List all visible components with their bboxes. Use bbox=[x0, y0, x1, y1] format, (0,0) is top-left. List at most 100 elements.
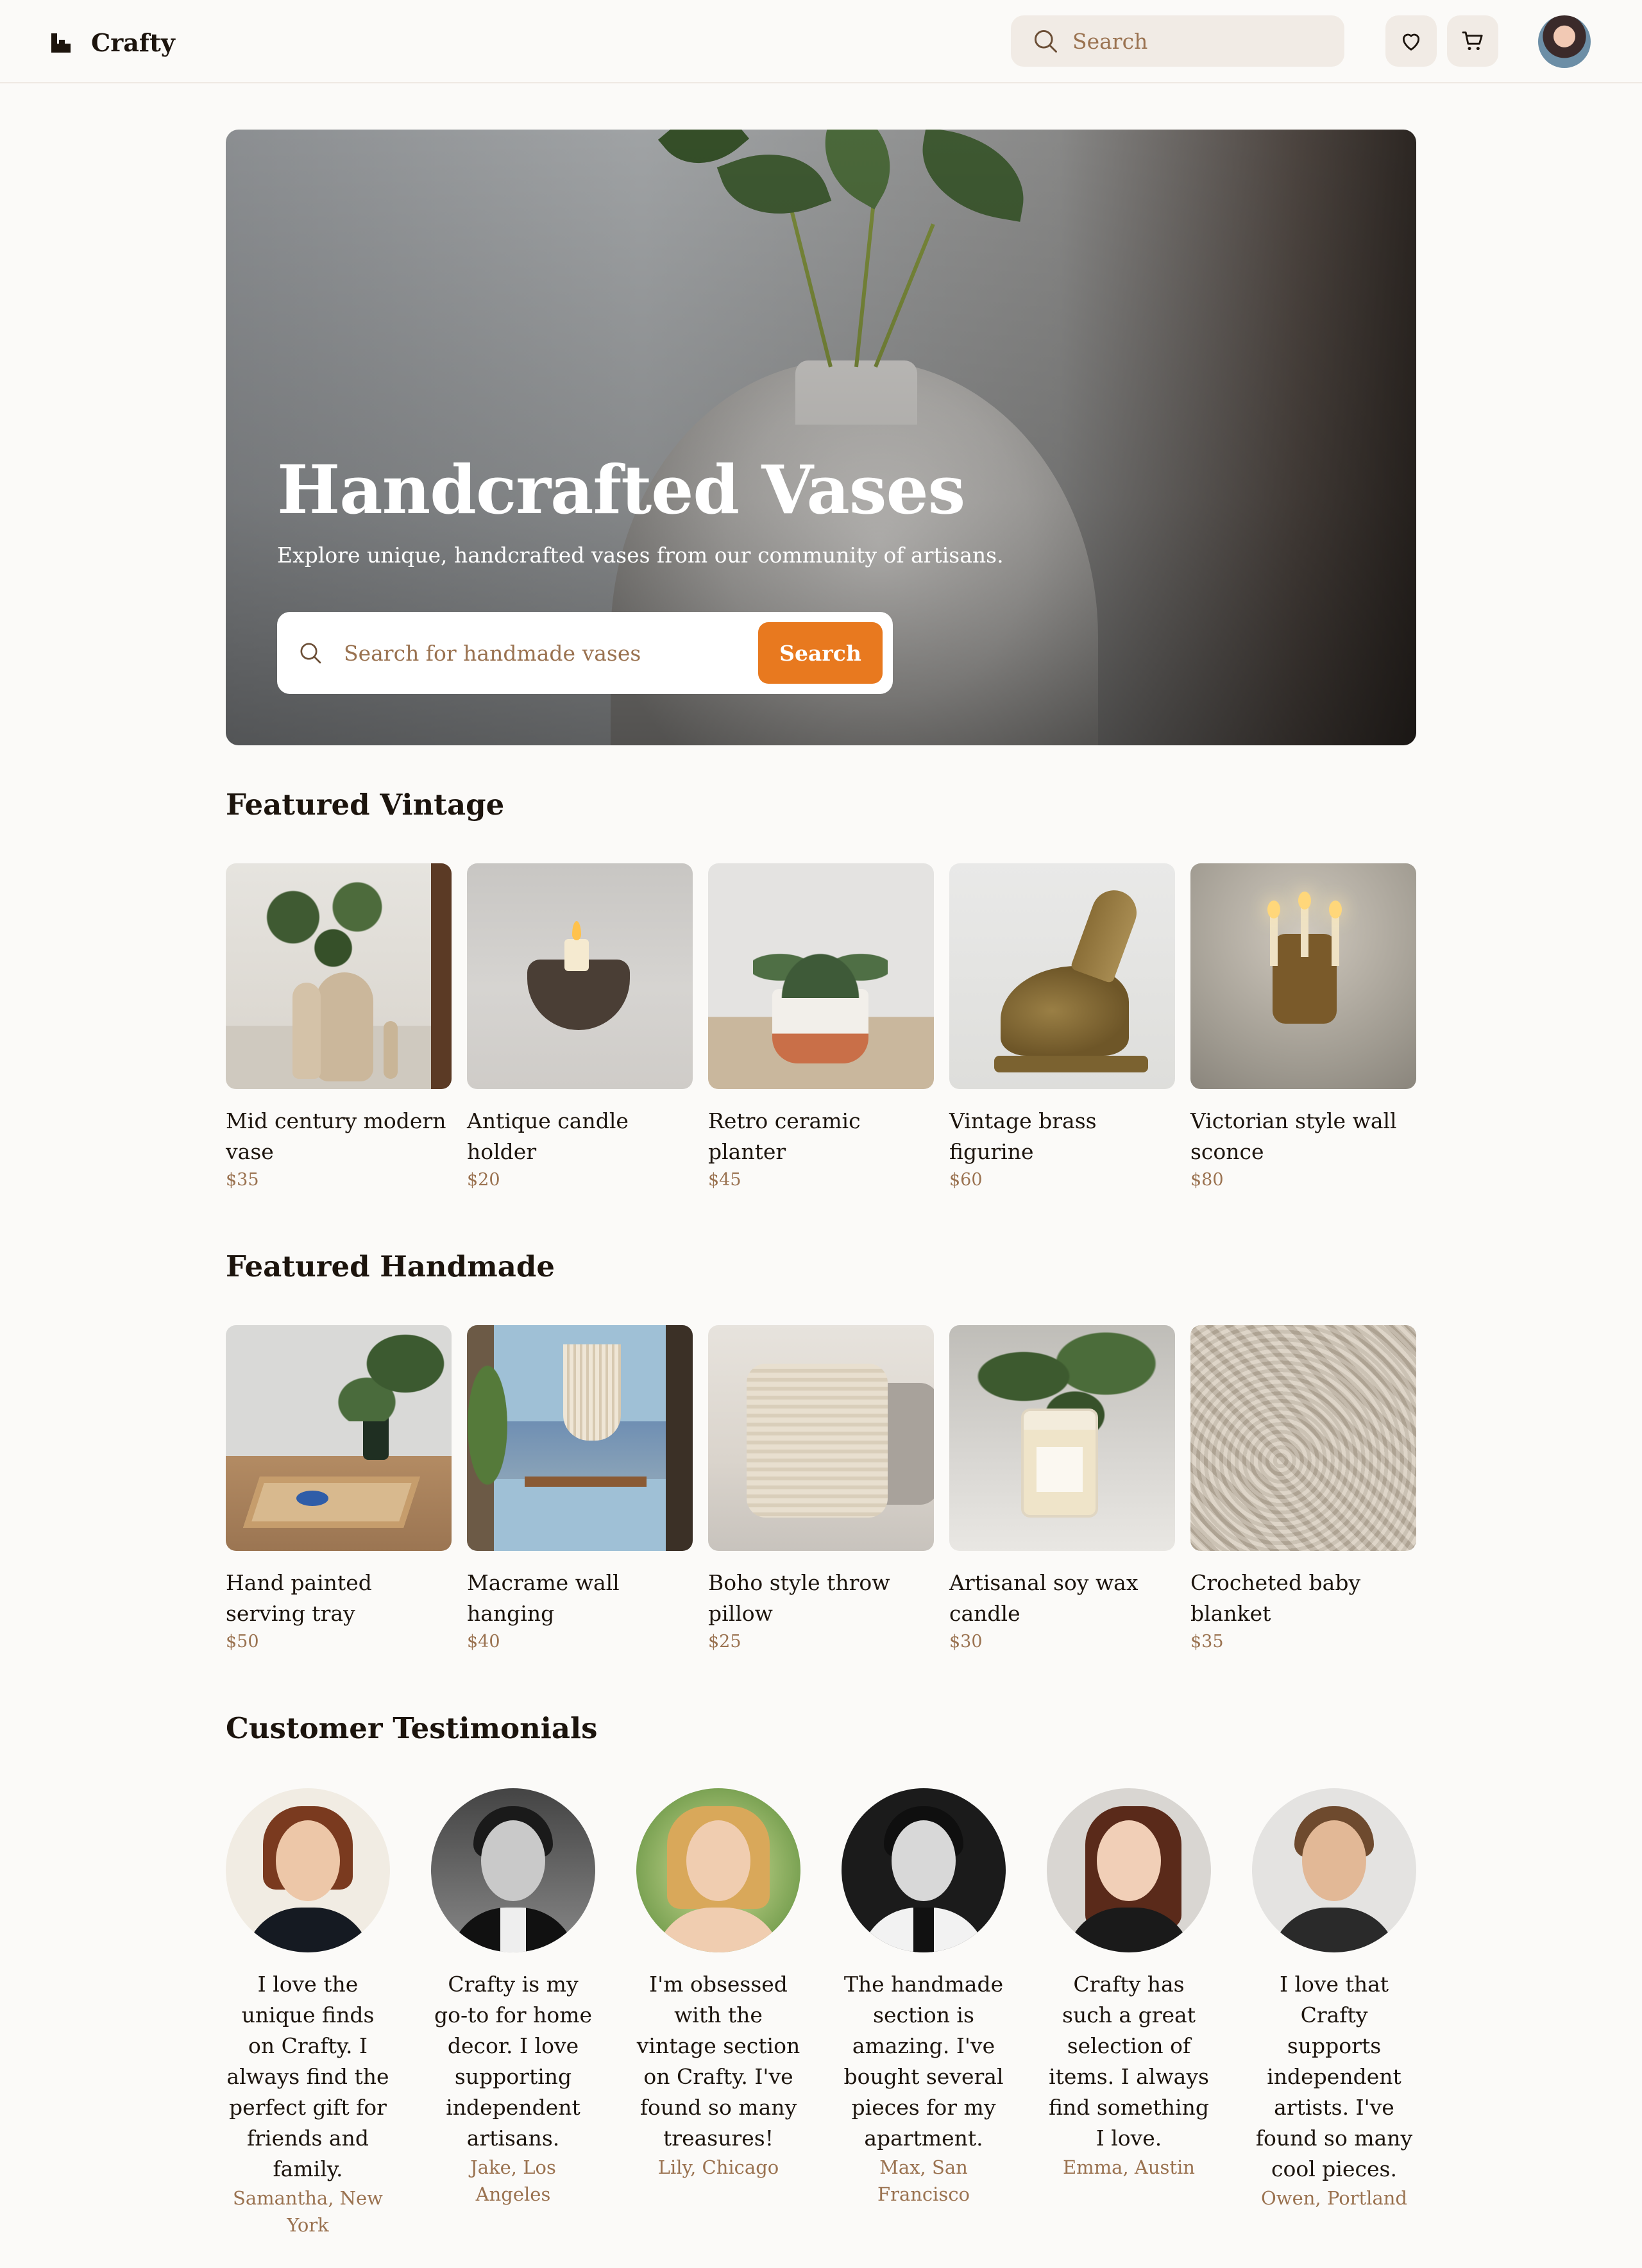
testimonial-card: Crafty is my go-to for home decor. I lov… bbox=[431, 1788, 595, 2238]
product-card[interactable]: Retro ceramic planter $45 bbox=[708, 863, 934, 1193]
testimonial-avatar bbox=[842, 1788, 1006, 1952]
product-card[interactable]: Hand painted serving tray $50 bbox=[226, 1325, 452, 1655]
search-icon bbox=[1034, 30, 1057, 53]
image-detail bbox=[1190, 1325, 1416, 1551]
image-detail bbox=[1270, 915, 1278, 966]
skin bbox=[1097, 1820, 1161, 1901]
testimonial-avatar bbox=[226, 1788, 390, 1952]
header-search-input[interactable] bbox=[1072, 28, 1329, 54]
product-card[interactable]: Crocheted baby blanket $35 bbox=[1190, 1325, 1416, 1655]
testimonials-title: Customer Testimonials bbox=[226, 1711, 598, 1745]
wishlist-button[interactable] bbox=[1385, 15, 1437, 67]
image-detail bbox=[563, 1344, 621, 1441]
testimonial-card: I love the unique finds on Crafty. I alw… bbox=[226, 1788, 390, 2238]
heart-icon bbox=[1402, 33, 1420, 51]
product-card[interactable]: Mid century modern vase $35 bbox=[226, 863, 452, 1193]
image-detail bbox=[1037, 1447, 1083, 1492]
testimonial-author: Lily, Chicago bbox=[657, 2156, 779, 2178]
image-detail bbox=[316, 972, 373, 1081]
product-card[interactable]: Victorian style wall sconce $80 bbox=[1190, 863, 1416, 1193]
testimonial-card: Crafty has such a great selection of ite… bbox=[1047, 1788, 1211, 2238]
top-nav: Crafty bbox=[0, 0, 1642, 83]
product-image[interactable] bbox=[949, 863, 1175, 1089]
product-name[interactable]: Crocheted baby blanket bbox=[1190, 1568, 1416, 1629]
product-name[interactable]: Boho style throw pillow bbox=[708, 1568, 934, 1629]
product-card[interactable]: Antique candle holder $20 bbox=[467, 863, 693, 1193]
image-detail bbox=[243, 1477, 420, 1528]
image-detail bbox=[1070, 884, 1143, 984]
image-detail bbox=[564, 939, 589, 971]
product-name[interactable]: Hand painted serving tray bbox=[226, 1568, 452, 1629]
product-image[interactable] bbox=[1190, 863, 1416, 1089]
skin bbox=[892, 1820, 956, 1901]
cart-button[interactable] bbox=[1447, 15, 1498, 67]
brand[interactable]: Crafty bbox=[51, 28, 175, 57]
testimonial-author: Owen, Portland bbox=[1261, 2187, 1407, 2209]
product-image[interactable] bbox=[467, 863, 693, 1089]
image-detail bbox=[747, 1364, 888, 1518]
testimonial-quote: The handmade section is amazing. I've bo… bbox=[843, 1972, 1004, 2151]
product-price: $30 bbox=[949, 1632, 983, 1652]
featured-handmade-title: Featured Handmade bbox=[226, 1249, 555, 1283]
product-price: $20 bbox=[467, 1170, 500, 1190]
image-detail bbox=[772, 989, 868, 1063]
product-card[interactable]: Macrame wall hanging $40 bbox=[467, 1325, 693, 1655]
hero-search-box[interactable]: Search bbox=[277, 612, 893, 694]
product-image[interactable] bbox=[708, 1325, 934, 1551]
image-detail bbox=[467, 1364, 518, 1518]
product-price: $50 bbox=[226, 1632, 259, 1652]
search-icon bbox=[300, 643, 321, 664]
product-image[interactable] bbox=[708, 863, 934, 1089]
testimonial-avatar bbox=[431, 1788, 595, 1952]
product-image[interactable] bbox=[467, 1325, 693, 1551]
logo-icon bbox=[51, 33, 71, 53]
image-detail bbox=[1301, 906, 1308, 957]
user-avatar[interactable] bbox=[1538, 15, 1591, 68]
product-name[interactable]: Antique candle holder bbox=[467, 1106, 693, 1167]
testimonial-quote: I'm obsessed with the vintage section on… bbox=[636, 1972, 800, 2151]
testimonials-grid: I love the unique finds on Crafty. I alw… bbox=[226, 1788, 1416, 2238]
header-search[interactable] bbox=[1011, 15, 1344, 67]
hero-search-input[interactable] bbox=[344, 640, 741, 666]
testimonial-quote: I love that Crafty supports independent … bbox=[1255, 1972, 1413, 2181]
image-detail bbox=[1298, 892, 1311, 910]
testimonial-card: The handmade section is amazing. I've bo… bbox=[842, 1788, 1006, 2238]
product-price: $35 bbox=[1190, 1632, 1224, 1652]
product-card[interactable]: Boho style throw pillow $25 bbox=[708, 1325, 934, 1655]
product-card[interactable]: Artisanal soy wax candle $30 bbox=[949, 1325, 1175, 1655]
skin bbox=[276, 1820, 340, 1901]
image-detail bbox=[1267, 901, 1280, 918]
product-name[interactable]: Artisanal soy wax candle bbox=[949, 1568, 1175, 1629]
testimonial-quote: Crafty has such a great selection of ite… bbox=[1049, 1972, 1209, 2151]
product-name[interactable]: Mid century modern vase bbox=[226, 1106, 452, 1167]
hero-banner: Handcrafted Vases Explore unique, handcr… bbox=[226, 130, 1416, 745]
hero-search-button[interactable]: Search bbox=[758, 622, 883, 684]
image-detail bbox=[292, 983, 321, 1079]
product-image[interactable] bbox=[949, 1325, 1175, 1551]
testimonial-avatar bbox=[636, 1788, 800, 1952]
image-detail bbox=[328, 1325, 452, 1421]
product-name[interactable]: Vintage brass figurine bbox=[949, 1106, 1175, 1167]
skin bbox=[686, 1820, 750, 1901]
image-detail bbox=[296, 1491, 328, 1506]
testimonial-card: I love that Crafty supports independent … bbox=[1252, 1788, 1416, 2238]
hero-title: Handcrafted Vases bbox=[277, 450, 965, 529]
body bbox=[244, 1908, 372, 1952]
image-detail bbox=[1329, 901, 1342, 918]
product-price: $80 bbox=[1190, 1170, 1224, 1190]
product-image[interactable] bbox=[226, 1325, 452, 1551]
image-detail bbox=[384, 1021, 398, 1079]
body bbox=[449, 1908, 577, 1952]
hero-subtitle: Explore unique, handcrafted vases from o… bbox=[277, 543, 1004, 568]
product-name[interactable]: Victorian style wall sconce bbox=[1190, 1106, 1416, 1167]
product-image[interactable] bbox=[226, 863, 452, 1089]
product-card[interactable]: Vintage brass figurine $60 bbox=[949, 863, 1175, 1193]
testimonial-avatar bbox=[1252, 1788, 1416, 1952]
product-name[interactable]: Retro ceramic planter bbox=[708, 1106, 934, 1167]
product-price: $25 bbox=[708, 1632, 741, 1652]
featured-handmade-grid: Hand painted serving tray $50 Macrame wa… bbox=[226, 1325, 1416, 1655]
image-detail bbox=[431, 863, 452, 1089]
product-image[interactable] bbox=[1190, 1325, 1416, 1551]
body bbox=[1270, 1908, 1398, 1952]
product-name[interactable]: Macrame wall hanging bbox=[467, 1568, 693, 1629]
